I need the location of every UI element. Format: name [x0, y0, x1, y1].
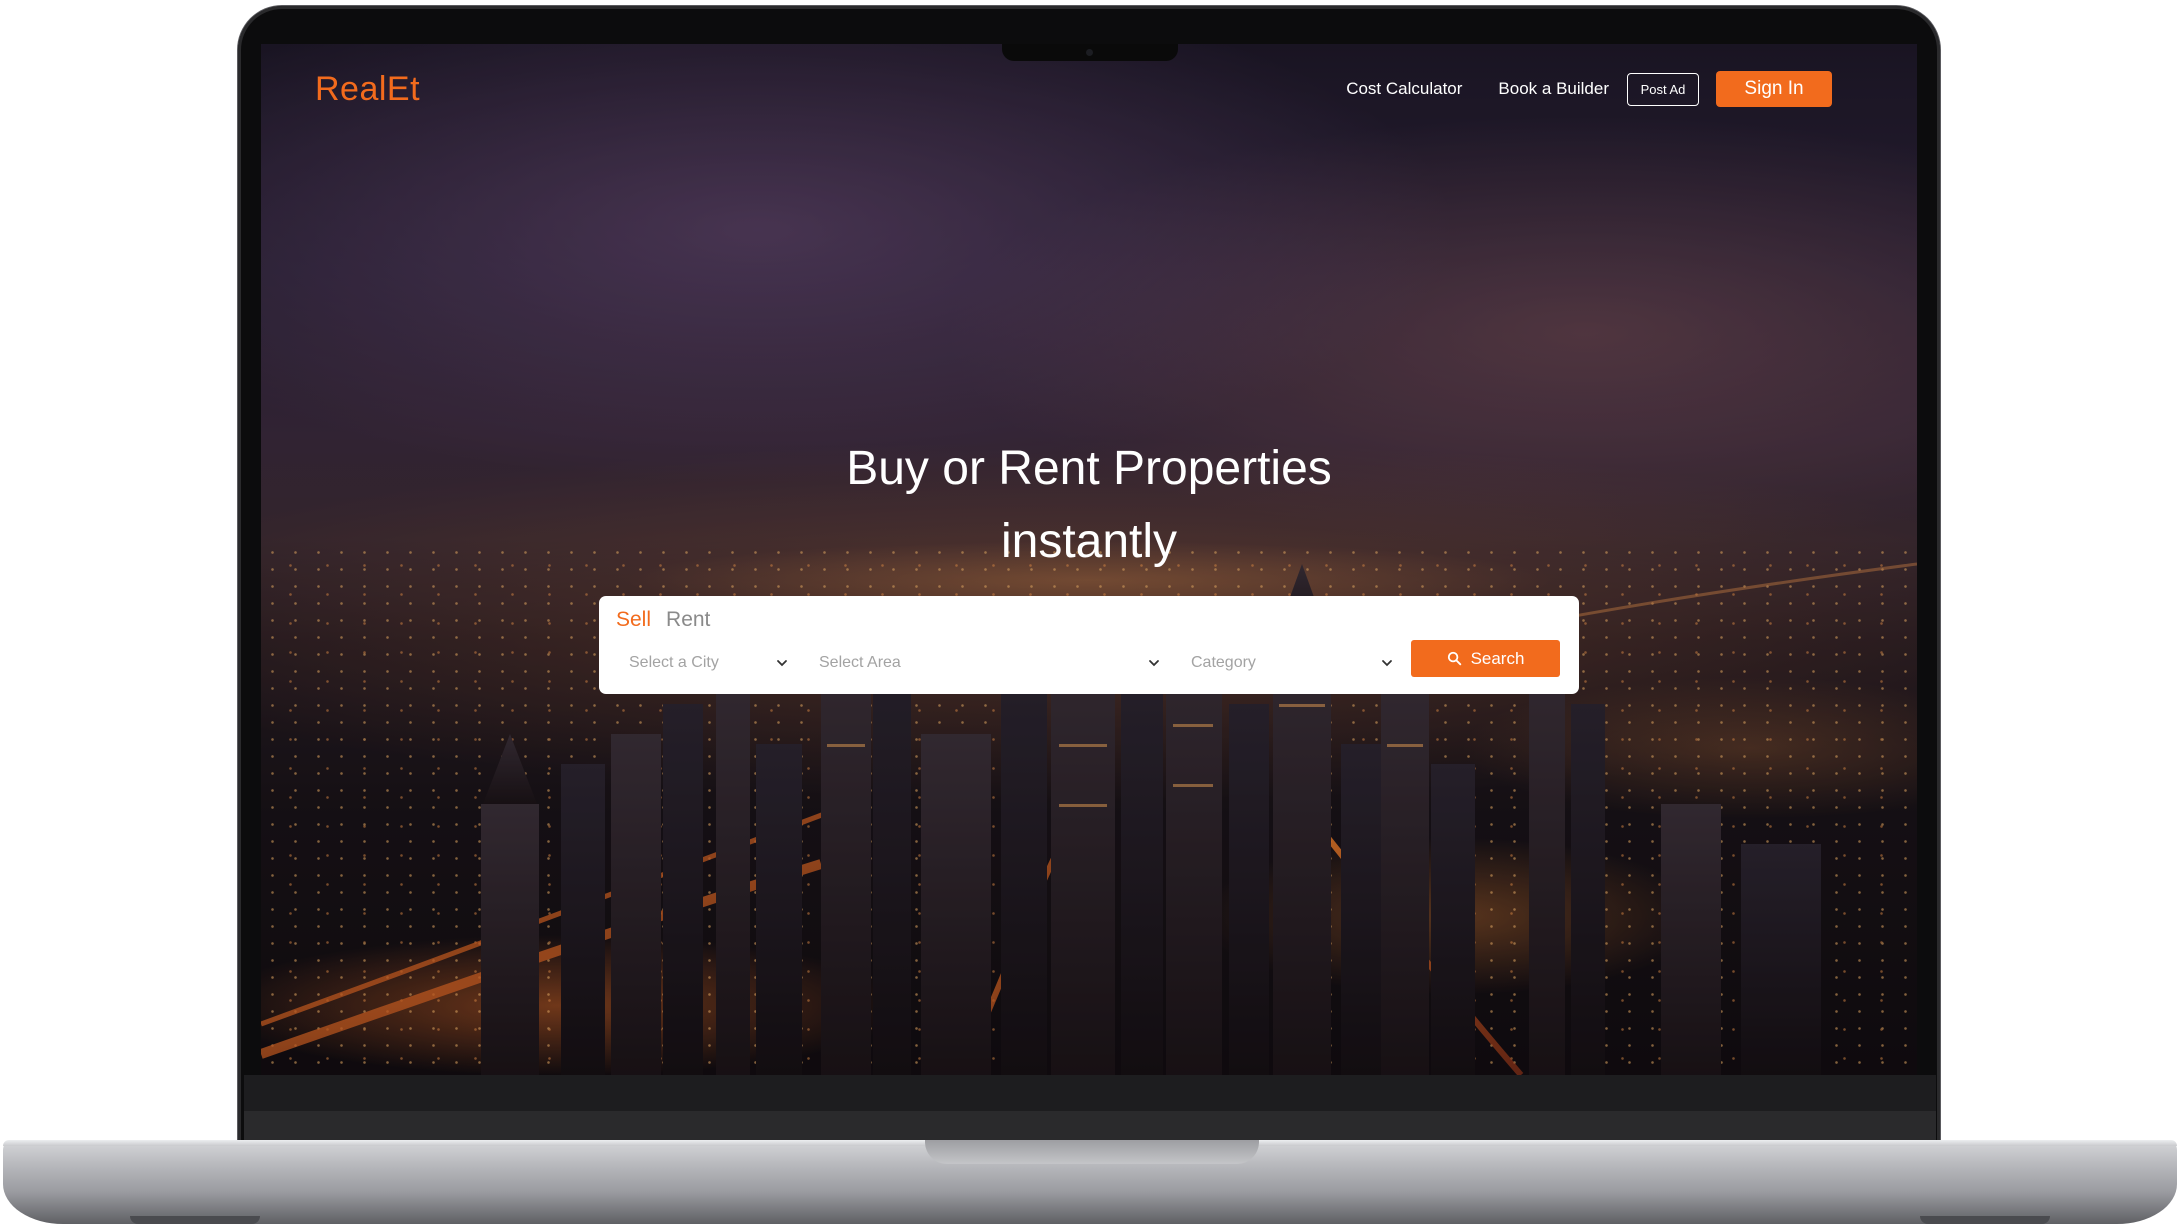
website-screen: RealEt Cost Calculator Book a Builder Po… [261, 44, 1917, 1075]
tab-sell[interactable]: Sell [616, 608, 651, 632]
hero-title-line-2: instantly [1000, 515, 1178, 568]
category-select[interactable]: Category [1191, 649, 1394, 677]
chevron-down-icon [1382, 660, 1392, 667]
nav-link-cost-calculator[interactable]: Cost Calculator [1346, 79, 1462, 99]
listing-type-tabs: Sell Rent [616, 608, 725, 632]
laptop-base [3, 1140, 2177, 1224]
chevron-down-icon [777, 660, 787, 667]
property-search-card: Sell Rent Select a City Select Area Cate… [599, 596, 1579, 694]
hero-title: Buy or Rent Properties instantly [261, 432, 1917, 578]
laptop-foot-right [1920, 1216, 2050, 1224]
area-select-placeholder: Select Area [819, 654, 901, 671]
camera-notch [1002, 44, 1178, 61]
laptop-foot-left [130, 1216, 260, 1224]
city-select[interactable]: Select a City [629, 649, 789, 677]
tab-rent[interactable]: Rent [666, 608, 710, 632]
laptop-hinge [244, 1111, 1936, 1141]
nav-link-book-a-builder[interactable]: Book a Builder [1498, 79, 1609, 99]
search-icon [1447, 651, 1461, 666]
hero-title-line-1: Buy or Rent Properties [846, 442, 1332, 495]
category-select-placeholder: Category [1191, 654, 1256, 671]
laptop-thumb-notch [925, 1140, 1259, 1164]
city-select-placeholder: Select a City [629, 654, 719, 671]
post-ad-button[interactable]: Post Ad [1627, 72, 1699, 106]
camera-icon [1086, 49, 1093, 56]
top-navigation: Cost Calculator Book a Builder Post Ad S… [1346, 71, 1832, 107]
realet-logo[interactable]: RealEt [315, 70, 420, 109]
laptop-bezel [244, 1075, 1936, 1141]
chevron-down-icon [1149, 660, 1159, 667]
sign-in-button[interactable]: Sign In [1716, 71, 1832, 107]
search-button[interactable]: Search [1411, 640, 1560, 677]
area-select[interactable]: Select Area [819, 649, 1161, 677]
search-button-label: Search [1470, 648, 1525, 668]
